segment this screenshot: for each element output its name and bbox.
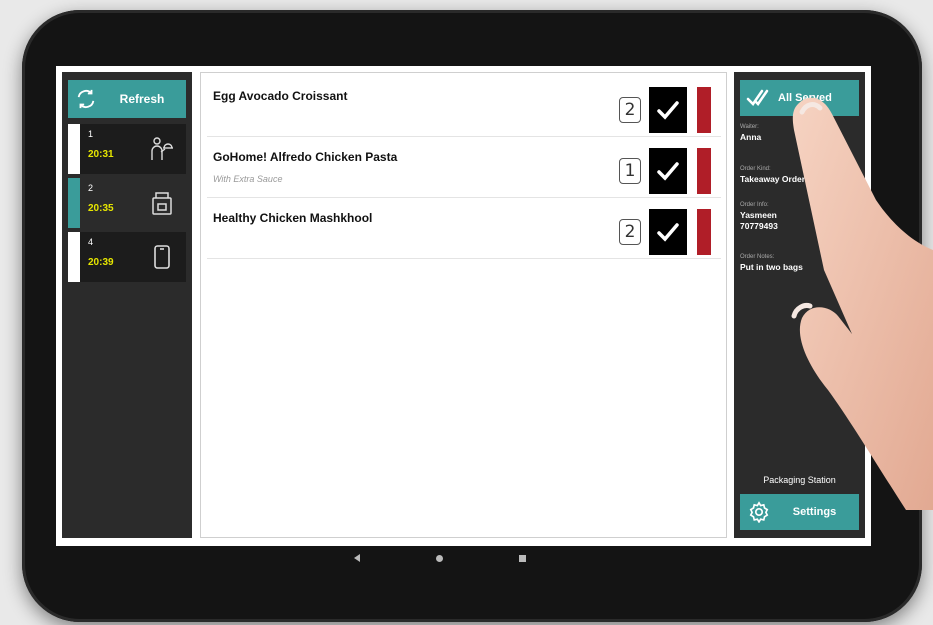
check-icon	[657, 223, 679, 242]
status-bar	[697, 209, 711, 255]
order-number: 2	[88, 183, 94, 193]
order-kind-info: Order Kind: Takeaway Order	[740, 166, 805, 185]
order-info-phone: 70779493	[740, 221, 778, 231]
order-time: 20:31	[88, 149, 114, 160]
list-item[interactable]: GoHome! Alfredo Chicken Pasta With Extra…	[207, 140, 721, 198]
check-icon	[657, 162, 679, 181]
order-status-stripe	[68, 124, 80, 174]
all-served-button[interactable]: All Served	[740, 80, 859, 116]
order-notes-value: Put in two bags	[740, 262, 803, 272]
list-item[interactable]: Healthy Chicken Mashkhool 2	[207, 201, 721, 259]
item-quantity: 1	[619, 158, 641, 184]
android-nav-bar	[340, 548, 540, 568]
double-check-icon	[740, 88, 778, 108]
order-notes-label: Order Notes:	[740, 254, 775, 260]
orders-sidebar: Refresh 1 20:31 2 20:35 4 20:39	[62, 72, 192, 538]
item-quantity: 2	[619, 219, 641, 245]
status-bar	[697, 148, 711, 194]
home-icon[interactable]	[436, 554, 443, 562]
item-name: Egg Avocado Croissant	[213, 89, 348, 103]
item-name: Healthy Chicken Mashkhool	[213, 211, 373, 225]
order-info: Order Info: Yasmeen 70779493	[740, 202, 778, 232]
item-name: GoHome! Alfredo Chicken Pasta	[213, 150, 398, 164]
order-info-label: Order Info:	[740, 202, 769, 208]
order-status-stripe	[68, 178, 80, 228]
waiter-value: Anna	[740, 132, 762, 142]
mark-done-button[interactable]	[649, 209, 687, 255]
refresh-button[interactable]: Refresh	[68, 80, 186, 118]
all-served-label: All Served	[778, 92, 832, 104]
order-details-panel: All Served Waiter: Anna Order Kind: Take…	[734, 72, 865, 538]
order-notes-info: Order Notes: Put in two bags	[740, 254, 803, 273]
order-time: 20:39	[88, 257, 114, 268]
waiter-label: Waiter:	[740, 124, 759, 130]
mark-done-button[interactable]	[649, 87, 687, 133]
refresh-label: Refresh	[119, 92, 165, 106]
order-number: 4	[88, 237, 94, 247]
back-icon[interactable]	[354, 554, 360, 562]
order-items-list: Egg Avocado Croissant 2 GoHome! Alfredo …	[200, 72, 727, 538]
settings-label: Settings	[792, 506, 837, 518]
order-status-stripe	[68, 232, 80, 282]
waiter-info: Waiter: Anna	[740, 124, 761, 143]
order-kind-label: Order Kind:	[740, 166, 771, 172]
status-bar	[697, 87, 711, 133]
item-quantity: 2	[619, 97, 641, 123]
check-icon	[657, 101, 679, 120]
phone-icon	[138, 232, 186, 282]
station-name: Packaging Station	[763, 475, 836, 485]
list-item[interactable]: Egg Avocado Croissant 2	[207, 79, 721, 137]
waiter-serving-icon	[138, 124, 186, 174]
order-info-name: Yasmeen	[740, 210, 777, 220]
order-tile-1[interactable]: 1 20:31	[68, 124, 186, 174]
order-kind-value: Takeaway Order	[740, 174, 806, 184]
item-note: With Extra Sauce	[213, 174, 283, 184]
gear-icon	[740, 501, 778, 523]
order-tile-2[interactable]: 2 20:35	[68, 178, 186, 228]
takeaway-bag-icon	[138, 178, 186, 228]
order-time: 20:35	[88, 203, 114, 214]
refresh-icon	[68, 88, 104, 110]
order-tile-4[interactable]: 4 20:39	[68, 232, 186, 282]
settings-button[interactable]: Settings	[740, 494, 859, 530]
recent-apps-icon[interactable]	[519, 554, 526, 562]
mark-done-button[interactable]	[649, 148, 687, 194]
screen: Refresh 1 20:31 2 20:35 4 20:39 Egg Avoc…	[56, 66, 871, 546]
order-number: 1	[88, 129, 94, 139]
